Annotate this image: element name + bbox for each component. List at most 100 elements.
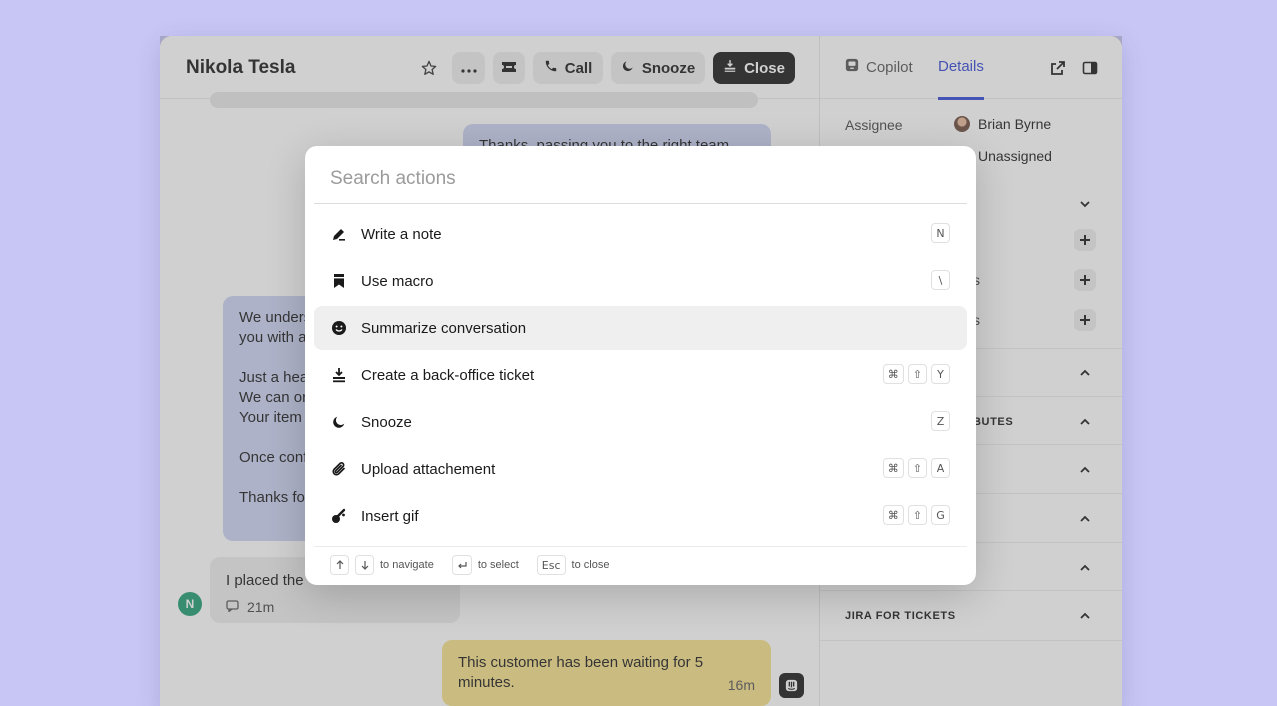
call-label: Call [564, 59, 593, 77]
archive-icon [723, 59, 737, 77]
esc-key: Esc [536, 555, 566, 575]
key: \ [931, 270, 950, 290]
snooze-label: Snooze [641, 59, 696, 77]
close-label: Close [744, 59, 785, 77]
note-time: 16m [727, 677, 755, 693]
action-create-back-office-ticket[interactable]: Create a back-office ticket ⌘ ⇧ Y [314, 353, 967, 397]
more-options-button[interactable] [452, 52, 485, 84]
key: ⌘ [882, 364, 904, 384]
key: ⇧ [907, 505, 927, 525]
key: Y [931, 364, 950, 384]
chevron-up-icon[interactable] [1074, 459, 1096, 481]
snooze-button[interactable]: Snooze [611, 52, 705, 84]
add-button[interactable] [1074, 229, 1096, 251]
pen-icon [330, 225, 348, 243]
paperclip-icon [330, 460, 348, 478]
chevron-down-icon[interactable] [1074, 193, 1096, 215]
divider [820, 640, 1122, 641]
call-button[interactable]: Call [533, 52, 603, 84]
action-label: Snooze [361, 413, 412, 431]
action-label: Use macro [361, 272, 434, 290]
action-write-note[interactable]: Write a note N [314, 212, 967, 256]
divider [820, 590, 1122, 591]
palette-footer-divider [314, 546, 967, 547]
tab-details-label: Details [938, 58, 984, 75]
action-upload-attachment[interactable]: Upload attachement ⌘ ⇧ A [314, 447, 967, 491]
tab-details[interactable]: Details [938, 58, 984, 75]
moon-icon [621, 59, 635, 77]
sidebar-toggle-icon[interactable] [1080, 58, 1100, 78]
action-insert-gif[interactable]: Insert gif ⌘ ⇧ G [314, 494, 967, 538]
customer-avatar[interactable]: N [178, 592, 202, 616]
enter-icon [451, 555, 472, 575]
chevron-up-icon[interactable] [1074, 605, 1096, 627]
section-jira: JIRA FOR TICKETS [845, 610, 956, 622]
palette-footer: to navigate to select Esc to close [330, 555, 621, 575]
chat-icon [226, 597, 239, 617]
shortcut-keys: ⌘ ⇧ G [882, 505, 950, 525]
action-label: Write a note [361, 225, 442, 243]
key: ⌘ [882, 505, 904, 525]
navigate-hint: to navigate [380, 559, 434, 571]
shortcut-keys: \ [931, 270, 950, 290]
note-text: This customer has been waiting for 5 min… [458, 654, 704, 691]
assignee-name: Brian Byrne [978, 116, 1052, 132]
action-summarize-conversation[interactable]: Summarize conversation [314, 306, 967, 350]
tab-copilot[interactable]: Copilot [845, 58, 913, 76]
chevron-up-icon[interactable] [1074, 557, 1096, 579]
internal-note: This customer has been waiting for 5 min… [442, 640, 771, 706]
shortcut-keys: N [931, 223, 950, 243]
key: N [931, 223, 950, 243]
action-label: Upload attachement [361, 460, 496, 478]
tab-copilot-label: Copilot [866, 58, 913, 76]
action-label: Summarize conversation [361, 319, 527, 337]
search-actions-input[interactable] [314, 154, 967, 204]
action-snooze[interactable]: Snooze Z [314, 400, 967, 444]
ticket-button[interactable] [493, 52, 525, 84]
assignee-label: Assignee [845, 117, 903, 133]
key: G [931, 505, 950, 525]
shortcut-keys: ⌘ ⇧ Y [882, 364, 950, 384]
key: ⇧ [907, 364, 927, 384]
action-use-macro[interactable]: Use macro \ [314, 259, 967, 303]
add-button[interactable] [1074, 269, 1096, 291]
ticket-icon [330, 366, 348, 384]
shortcut-keys: ⌘ ⇧ A [882, 458, 950, 478]
close-hint: to close [571, 559, 610, 571]
bookmark-icon [330, 272, 348, 290]
add-button[interactable] [1074, 309, 1096, 331]
active-tab-indicator [938, 97, 984, 100]
details-header: Copilot Details [820, 36, 1122, 100]
key: A [931, 458, 950, 478]
assignee-value[interactable]: Brian Byrne [954, 116, 1051, 132]
key: ⌘ [882, 458, 904, 478]
copilot-icon [845, 58, 859, 76]
contact-name: Nikola Tesla [186, 57, 296, 78]
select-hint: to select [477, 559, 519, 571]
section-attributes: BUTES [973, 416, 1014, 428]
previous-message [210, 92, 758, 108]
arrow-down-icon [355, 555, 374, 575]
key: Z [931, 411, 950, 431]
smile-icon [330, 319, 348, 337]
shortcut-keys: Z [931, 411, 950, 431]
command-palette: Write a note N Use macro \ Summarize con… [305, 146, 976, 585]
open-external-icon[interactable] [1048, 58, 1068, 78]
close-conversation-button[interactable]: Close [713, 52, 795, 84]
action-label: Create a back-office ticket [361, 366, 535, 384]
star-icon[interactable] [418, 54, 440, 82]
action-label: Insert gif [361, 507, 419, 525]
chevron-up-icon[interactable] [1074, 362, 1096, 384]
ticket-icon [501, 60, 517, 77]
chevron-up-icon[interactable] [1074, 508, 1096, 530]
message-meta: 21m [226, 597, 444, 617]
team-value[interactable]: Unassigned [978, 148, 1052, 164]
bot-avatar-icon [779, 673, 804, 698]
avatar [954, 116, 970, 132]
chevron-up-icon[interactable] [1074, 411, 1096, 433]
message-time: 21m [247, 599, 275, 615]
moon-icon [330, 413, 348, 431]
gif-icon [330, 507, 348, 525]
ellipsis-icon [460, 60, 477, 77]
arrow-up-icon [330, 555, 349, 575]
